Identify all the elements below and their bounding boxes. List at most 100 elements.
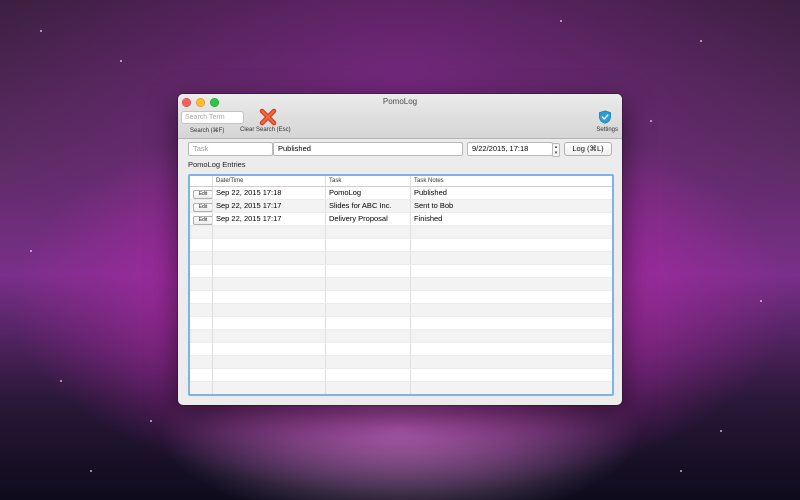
datetime-cell xyxy=(213,278,326,290)
edit-cell xyxy=(190,369,213,381)
datetime-cell xyxy=(213,304,326,316)
datetime-cell xyxy=(213,369,326,381)
notes-cell: Published xyxy=(414,188,447,197)
empty-table-row[interactable] xyxy=(190,265,612,278)
notes-cell xyxy=(411,278,612,290)
task-cell xyxy=(326,304,411,316)
edit-cell xyxy=(190,304,213,316)
empty-table-row[interactable] xyxy=(190,304,612,317)
empty-table-row[interactable] xyxy=(190,252,612,265)
clear-search-label: Clear Search (Esc) xyxy=(240,127,291,133)
entries-table[interactable]: Date/Time Task Task Notes Edit Sep 22, 20… xyxy=(188,174,614,396)
column-header-datetime[interactable]: Date/Time xyxy=(213,176,326,186)
clear-search-button[interactable] xyxy=(258,107,278,127)
edit-cell xyxy=(190,278,213,290)
edit-row-button[interactable]: Edit xyxy=(193,190,212,199)
task-cell xyxy=(326,239,411,251)
table-row[interactable]: Edit Sep 22, 2015 17:17 Delivery Proposal F… xyxy=(190,213,612,226)
column-header-task[interactable]: Task xyxy=(326,176,411,186)
edit-cell xyxy=(190,317,213,329)
empty-table-row[interactable] xyxy=(190,278,612,291)
task-cell: Delivery Proposal xyxy=(326,213,411,225)
datetime-cell xyxy=(213,252,326,264)
task-cell xyxy=(326,252,411,264)
log-button[interactable]: Log (⌘L) xyxy=(564,142,612,156)
edit-cell xyxy=(190,330,213,342)
empty-table-row[interactable] xyxy=(190,239,612,252)
notes-cell xyxy=(411,291,612,303)
notes-cell: Finished xyxy=(414,214,443,223)
datetime-stepper[interactable]: ▴ ▾ xyxy=(552,143,560,157)
empty-table-row[interactable] xyxy=(190,226,612,239)
empty-table-row[interactable] xyxy=(190,369,612,382)
empty-table-row[interactable] xyxy=(190,291,612,304)
edit-row-button[interactable]: Edit xyxy=(193,203,212,212)
edit-cell xyxy=(190,343,213,355)
task-cell: PomoLog xyxy=(326,187,411,199)
notes-cell xyxy=(411,343,612,355)
table-row[interactable]: Edit Sep 22, 2015 17:17 Slides for ABC Inc… xyxy=(190,200,612,213)
edit-cell xyxy=(190,291,213,303)
edit-cell xyxy=(190,226,213,238)
empty-table-row[interactable] xyxy=(190,317,612,330)
datetime-cell xyxy=(213,226,326,238)
datetime-cell xyxy=(213,395,326,396)
pomolog-window: PomoLog Search Term Search (⌘F) Clear Se… xyxy=(178,94,622,405)
task-cell xyxy=(326,265,411,277)
edit-cell xyxy=(190,382,213,394)
edit-cell: Edit xyxy=(190,200,213,212)
edit-cell xyxy=(190,265,213,277)
empty-table-row[interactable] xyxy=(190,395,612,396)
datetime-cell xyxy=(213,239,326,251)
task-cell xyxy=(326,369,411,381)
notes-cell xyxy=(411,304,612,316)
datetime-cell xyxy=(213,317,326,329)
task-cell xyxy=(326,356,411,368)
notes-cell xyxy=(411,252,612,264)
table-header: Date/Time Task Task Notes xyxy=(190,176,612,187)
datetime-picker[interactable]: 9/22/2015, 17:18 xyxy=(467,142,553,156)
notes-cell xyxy=(411,356,612,368)
empty-table-row[interactable] xyxy=(190,343,612,356)
datetime-cell xyxy=(213,265,326,277)
entries-section-label: PomoLog Entries xyxy=(188,160,246,169)
empty-table-row[interactable] xyxy=(190,356,612,369)
task-cell: Slides for ABC Inc. xyxy=(326,200,411,212)
edit-cell xyxy=(190,395,213,396)
notes-cell xyxy=(411,330,612,342)
edit-cell xyxy=(190,239,213,251)
task-input[interactable]: Task xyxy=(188,142,273,156)
table-body: Edit Sep 22, 2015 17:18 PomoLog Published Ed… xyxy=(190,187,612,396)
edit-cell: Edit xyxy=(190,187,213,199)
column-header-notes[interactable]: Task Notes xyxy=(411,176,612,186)
task-cell xyxy=(326,330,411,342)
notes-cell: Sent to Bob xyxy=(414,201,454,210)
task-cell xyxy=(326,343,411,355)
task-cell xyxy=(326,317,411,329)
search-label: Search (⌘F) xyxy=(190,128,225,134)
datetime-cell xyxy=(213,356,326,368)
notes-cell xyxy=(411,395,612,396)
edit-row-button[interactable]: Edit xyxy=(193,216,212,225)
window-toolbar: PomoLog Search Term Search (⌘F) Clear Se… xyxy=(178,94,622,139)
datetime-cell: Sep 22, 2015 17:17 xyxy=(213,200,326,212)
notes-cell xyxy=(411,317,612,329)
clear-x-icon xyxy=(259,108,277,126)
datetime-cell xyxy=(213,291,326,303)
column-header-edit[interactable] xyxy=(190,176,213,186)
notes-input[interactable]: Published xyxy=(273,142,463,156)
datetime-cell xyxy=(213,343,326,355)
datetime-cell: Sep 22, 2015 17:18 xyxy=(213,187,326,199)
search-input[interactable]: Search Term xyxy=(181,111,244,124)
empty-table-row[interactable] xyxy=(190,382,612,394)
empty-table-row[interactable] xyxy=(190,330,612,343)
notes-cell xyxy=(411,239,612,251)
settings-button[interactable] xyxy=(598,110,612,124)
datetime-cell: Sep 22, 2015 17:17 xyxy=(213,213,326,225)
task-cell xyxy=(326,226,411,238)
notes-cell xyxy=(411,226,612,238)
table-row[interactable]: Edit Sep 22, 2015 17:18 PomoLog Published xyxy=(190,187,612,200)
notes-cell xyxy=(411,369,612,381)
settings-label: Settings xyxy=(596,127,618,133)
task-cell xyxy=(326,382,411,394)
